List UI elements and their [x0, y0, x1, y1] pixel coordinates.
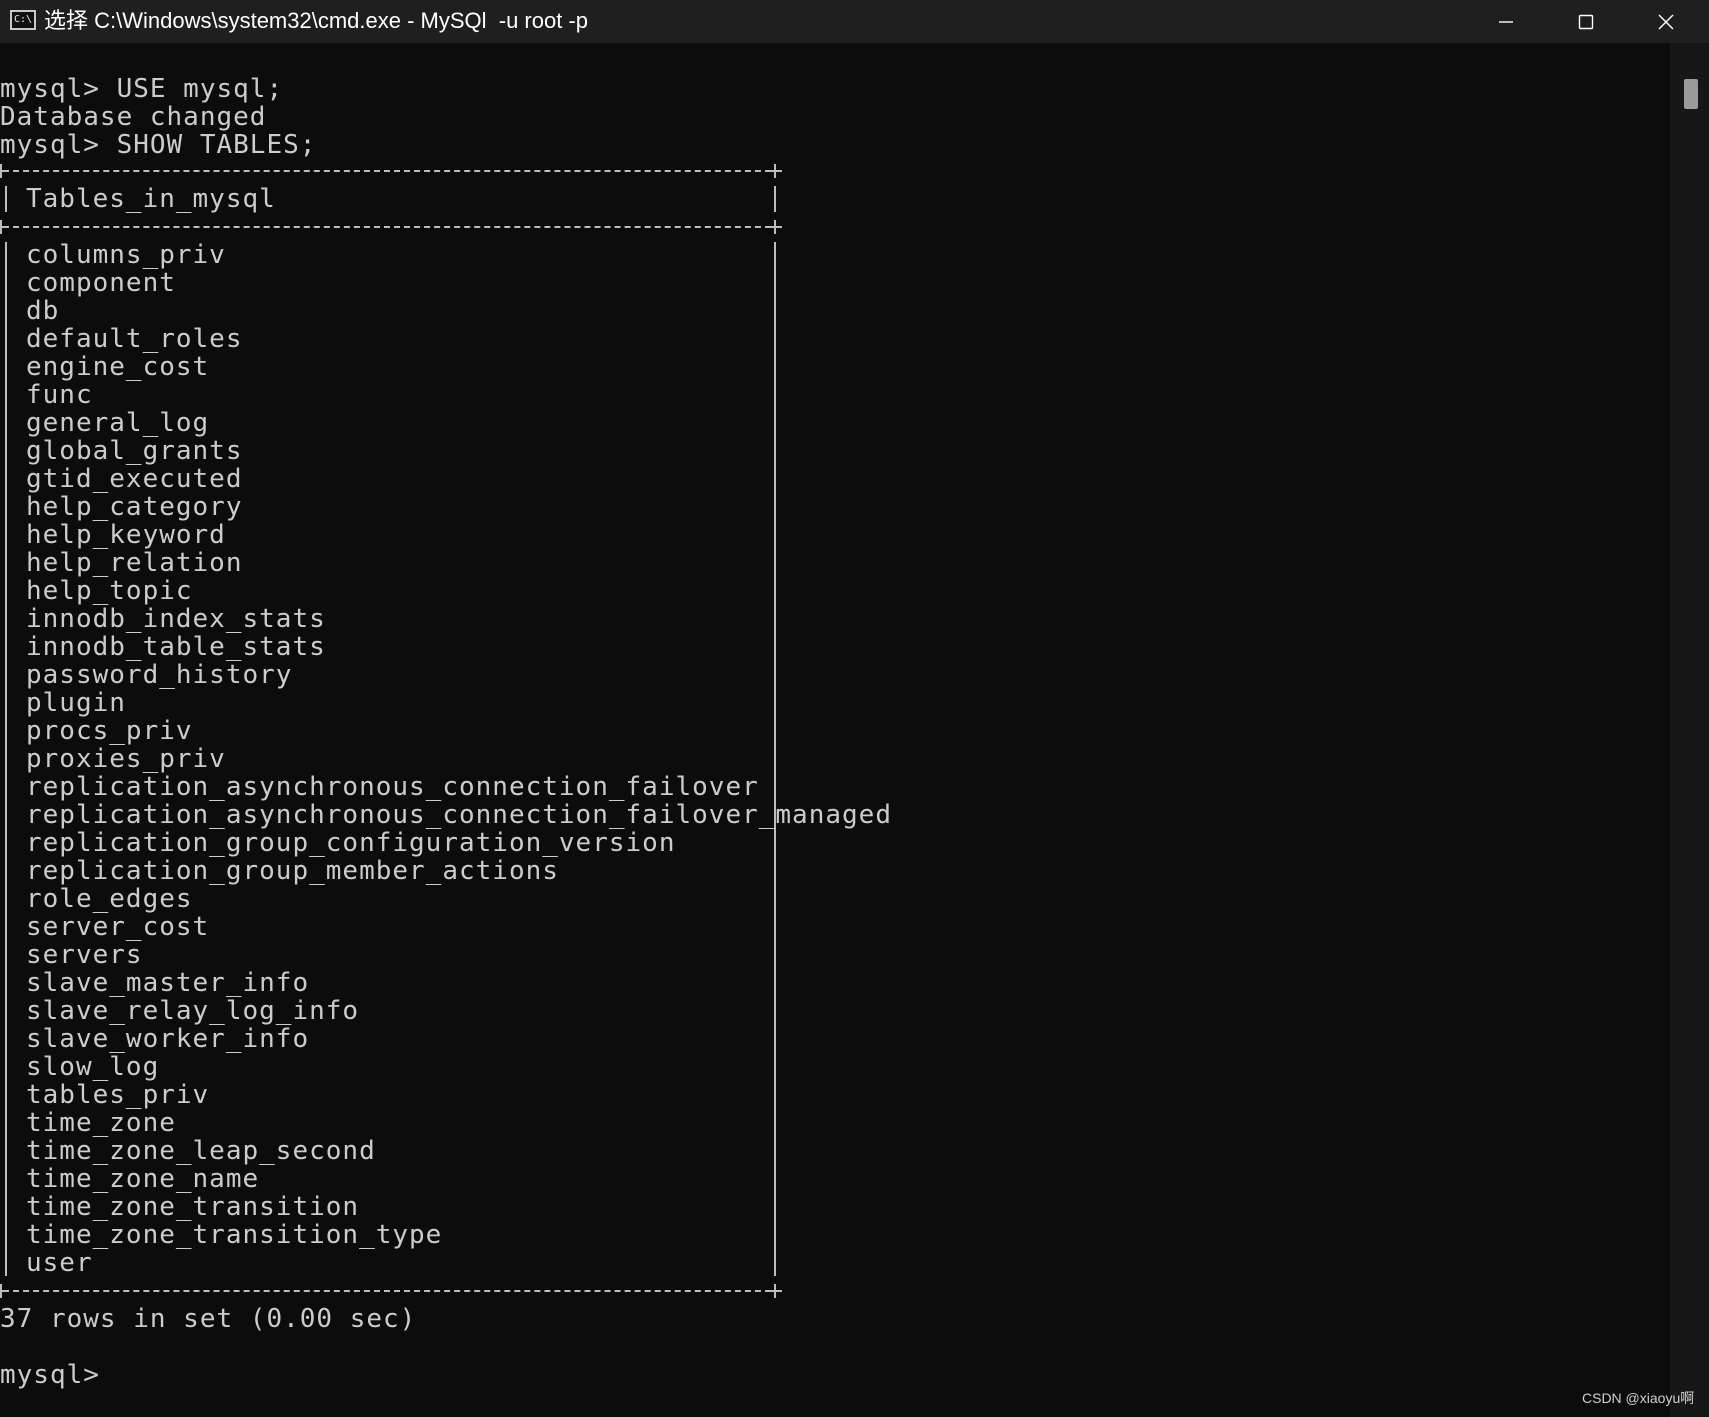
- table-row: help_keyword: [26, 520, 226, 550]
- table-row: time_zone: [26, 1108, 176, 1138]
- table-row: server_cost: [26, 912, 210, 942]
- table-border-bottom: [3, 1290, 781, 1292]
- table-row: role_edges: [26, 884, 193, 914]
- table-row: help_category: [26, 492, 243, 522]
- console-output[interactable]: mysql> USE mysql; Database changed mysql…: [0, 43, 1670, 1417]
- minimize-icon: [1499, 20, 1513, 23]
- table-border-top: [3, 170, 781, 172]
- table-row: func: [26, 380, 93, 410]
- table-row: time_zone_leap_second: [26, 1136, 376, 1166]
- close-button[interactable]: [1626, 0, 1706, 43]
- table-row: replication_group_configuration_version: [26, 828, 676, 858]
- table-row: user: [26, 1248, 93, 1278]
- maximize-button[interactable]: [1546, 0, 1626, 43]
- table-row: plugin: [26, 688, 126, 718]
- table-row: replication_asynchronous_connection_fail…: [26, 772, 759, 802]
- watermark: CSDN @xiaoyu啊: [1582, 1390, 1695, 1406]
- table-row: password_history: [26, 660, 293, 690]
- scrollbar-thumb[interactable]: [1684, 79, 1698, 109]
- table-row: default_roles: [26, 324, 243, 354]
- table-row: db: [26, 296, 60, 326]
- minimize-button[interactable]: [1466, 0, 1546, 43]
- table-row: slave_relay_log_info: [26, 996, 360, 1026]
- table-row: replication_asynchronous_connection_fail…: [26, 800, 892, 830]
- console-line: Database changed: [0, 102, 267, 132]
- final-prompt[interactable]: mysql>: [0, 1361, 100, 1389]
- table-row: slow_log: [26, 1052, 160, 1082]
- table-row: global_grants: [26, 436, 243, 466]
- console-line: mysql> USE mysql;: [0, 74, 284, 104]
- table-row: gtid_executed: [26, 464, 243, 494]
- table-row: slave_worker_info: [26, 1024, 310, 1054]
- cmd-app-icon[interactable]: C:\.: [10, 10, 38, 30]
- table-border-left: [5, 186, 7, 212]
- window-title: 选择 C:\Windows\system32\cmd.exe - MySQl -…: [44, 8, 589, 33]
- table-header: Tables_in_mysql: [26, 184, 276, 214]
- table-border-right: [774, 242, 776, 1276]
- table-border-corner: [768, 164, 782, 178]
- table-row: proxies_priv: [26, 744, 226, 774]
- table-row: innodb_table_stats: [26, 632, 326, 662]
- table-row: time_zone_name: [26, 1164, 260, 1194]
- title-bar[interactable]: C:\. 选择 C:\Windows\system32\cmd.exe - My…: [0, 0, 1709, 43]
- table-row: help_relation: [26, 548, 243, 578]
- table-border-corner: [768, 1284, 782, 1298]
- table-row: component: [26, 268, 176, 298]
- table-row: innodb_index_stats: [26, 604, 326, 634]
- table-border-right: [774, 186, 776, 212]
- console-line: mysql> SHOW TABLES;: [0, 130, 317, 160]
- close-icon: [1658, 14, 1674, 29]
- maximize-icon: [1578, 14, 1594, 29]
- cmd-window: C:\. 选择 C:\Windows\system32\cmd.exe - My…: [0, 0, 1709, 1417]
- table-row: columns_priv: [26, 240, 226, 270]
- table-row: servers: [26, 940, 143, 970]
- table-row: procs_priv: [26, 716, 193, 746]
- table-row: help_topic: [26, 576, 193, 606]
- table-row: time_zone_transition: [26, 1192, 360, 1222]
- table-row: tables_priv: [26, 1080, 210, 1110]
- table-row: replication_group_member_actions: [26, 856, 559, 886]
- table-border-left: [5, 242, 7, 1276]
- table-border-corner: [768, 220, 782, 234]
- table-row: engine_cost: [26, 352, 210, 382]
- table-row: time_zone_transition_type: [26, 1220, 443, 1250]
- table-row: slave_master_info: [26, 968, 310, 998]
- vertical-scrollbar[interactable]: [1670, 43, 1709, 1417]
- table-border-separator: [3, 226, 781, 228]
- table-row: general_log: [26, 408, 210, 438]
- result-summary: 37 rows in set (0.00 sec): [0, 1304, 417, 1334]
